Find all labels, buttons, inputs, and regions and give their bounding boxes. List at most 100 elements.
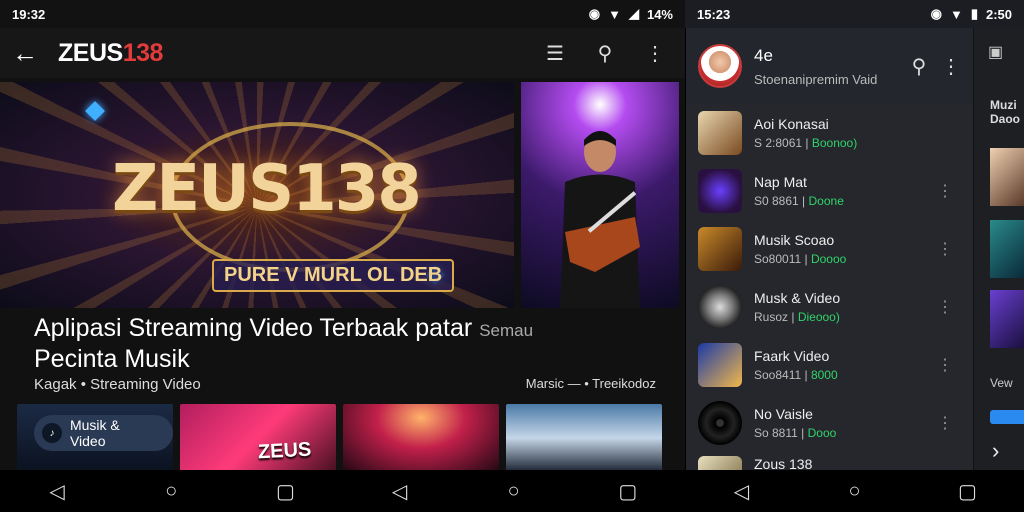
list-item-title: Nap Mat bbox=[754, 174, 807, 190]
list-item-meta: S0 8861 | bbox=[754, 194, 806, 208]
back-nav-icon[interactable]: ◁ bbox=[37, 479, 77, 504]
right-pane-button[interactable] bbox=[990, 410, 1024, 424]
video-title[interactable]: Aplipasi Streaming Video Terbaak patar S… bbox=[34, 314, 674, 374]
video-title-line2: Pecinta Musik bbox=[34, 345, 190, 373]
list-item-status: Doooo bbox=[810, 252, 847, 266]
list-item-status: 8000 bbox=[810, 368, 838, 382]
more-vert-icon[interactable]: ⋮ bbox=[635, 33, 675, 73]
list-item-meta: So 8811 | bbox=[754, 426, 805, 440]
app-logo: ZEUS138 bbox=[58, 39, 163, 68]
more-vert-icon[interactable]: ⋮ bbox=[937, 297, 953, 317]
list-thumbnail bbox=[698, 285, 742, 329]
list-thumbnail bbox=[698, 343, 742, 387]
thumbnail-card[interactable]: ZEUS bbox=[180, 404, 336, 472]
battery-text: 2:50 bbox=[985, 6, 1012, 22]
more-vert-icon[interactable]: ⋮ bbox=[937, 181, 953, 201]
list-item-title: Faark Video bbox=[754, 348, 830, 364]
right-pane-thumbnail[interactable] bbox=[990, 148, 1024, 206]
hero-title: ZEUS138 bbox=[112, 152, 422, 226]
video-meta: Marsic — • Treeikodoz bbox=[525, 376, 656, 391]
list-item-title: Musk & Video bbox=[754, 290, 841, 306]
list-item-status: Dooo bbox=[807, 426, 837, 440]
list-item-meta: Soo8411 | bbox=[754, 368, 808, 382]
system-nav-bar: ◁ ○ ▢ ◁ ○ ▢ bbox=[0, 470, 685, 512]
search-icon[interactable]: ⚲ bbox=[905, 46, 933, 86]
logo-number: 138 bbox=[122, 38, 164, 67]
thumbnail-row: ♪ Musik & Video ZEUS bbox=[17, 404, 662, 472]
right-pane: ▣ Muzi Daoo Vew › bbox=[974, 28, 1024, 470]
side-drawer: 4e Stoenanipremim Vaid ⚲ ⋮ Aoi Konasai S… bbox=[685, 28, 973, 474]
back-icon[interactable]: ← bbox=[0, 28, 50, 78]
wifi-icon: ◉ bbox=[588, 6, 601, 21]
chip-label: Musik & Video bbox=[69, 417, 120, 449]
list-item-status: Boonoo) bbox=[811, 136, 858, 150]
avatar[interactable] bbox=[698, 44, 742, 88]
recents-nav-icon[interactable]: ▢ bbox=[608, 479, 648, 504]
list-thumbnail bbox=[698, 111, 742, 155]
list-item[interactable]: Musk & Video Rusoz | Dieooo) ⋮ bbox=[686, 278, 973, 336]
wifi-icon: ◉ bbox=[930, 6, 942, 21]
list-thumbnail bbox=[698, 227, 742, 271]
recents-nav-icon[interactable]: ▢ bbox=[948, 479, 988, 504]
more-vert-icon[interactable]: ⋮ bbox=[937, 239, 953, 259]
guitarist-image bbox=[560, 131, 640, 308]
list-item[interactable]: Faark Video Soo8411 | 8000 ⋮ bbox=[686, 336, 973, 394]
category-chip[interactable]: ♪ Musik & Video bbox=[34, 415, 173, 451]
app-bar: ← ZEUS138 ☰ ⚲ ⋮ bbox=[0, 28, 685, 78]
status-bar-right: 15:23 ◉ ▼ ▮ 2:50 bbox=[685, 0, 1024, 28]
cast-icon[interactable]: ☰ bbox=[535, 33, 575, 73]
chevron-right-icon[interactable]: › bbox=[992, 438, 999, 464]
list-item[interactable]: Nap Mat S0 8861 | Doone ⋮ bbox=[686, 162, 973, 220]
right-pane-thumbnail[interactable] bbox=[990, 290, 1024, 348]
thumbnail-card[interactable]: ♪ Musik & Video bbox=[17, 404, 173, 472]
thumbnail-card[interactable] bbox=[343, 404, 499, 472]
more-vert-icon[interactable]: ⋮ bbox=[937, 355, 953, 375]
battery-percent: 14% bbox=[646, 6, 673, 22]
right-pane-title: Muzi Daoo bbox=[990, 98, 1020, 126]
music-icon: ♪ bbox=[42, 423, 62, 443]
list-item[interactable]: Aoi Konasai S 2:8061 | Boonoo) bbox=[686, 104, 973, 162]
user-subtitle: Stoenanipremim Vaid bbox=[754, 71, 878, 87]
home-nav-icon[interactable]: ○ bbox=[494, 480, 534, 503]
search-icon[interactable]: ⚲ bbox=[585, 33, 625, 73]
right-pane-more[interactable]: Vew bbox=[990, 376, 1013, 390]
status-time: 19:32 bbox=[12, 6, 46, 22]
status-bar: 19:32 ◉ ▼ ◢ 14% bbox=[0, 0, 685, 28]
more-vert-icon[interactable]: ⋮ bbox=[937, 413, 953, 433]
video-title-text: Aplipasi Streaming Video Terbaak patar bbox=[34, 314, 473, 342]
gallery-icon[interactable]: ▣ bbox=[988, 42, 1003, 62]
home-nav-icon[interactable]: ○ bbox=[151, 480, 191, 503]
right-pane-thumbnail[interactable] bbox=[990, 220, 1024, 278]
list-item-status: Dieooo) bbox=[797, 310, 840, 324]
back-nav-icon[interactable]: ◁ bbox=[722, 479, 762, 504]
list-thumbnail bbox=[698, 169, 742, 213]
status-time-right: 15:23 bbox=[697, 6, 731, 22]
drawer-header: 4e Stoenanipremim Vaid ⚲ ⋮ bbox=[686, 28, 973, 104]
signal-icon: ▼ bbox=[608, 6, 621, 22]
back-nav-icon[interactable]: ◁ bbox=[380, 479, 420, 504]
battery-icon: ▮ bbox=[970, 6, 978, 21]
video-thumbnail-guitarist[interactable] bbox=[521, 82, 679, 308]
recents-nav-icon[interactable]: ▢ bbox=[265, 479, 305, 504]
thumbnail-label: ZEUS bbox=[257, 438, 312, 464]
thumbnail-card[interactable] bbox=[506, 404, 662, 472]
list-item-meta: S 2:8061 | bbox=[754, 136, 809, 150]
list-thumbnail bbox=[698, 401, 742, 445]
video-meta-row: Kagak • Streaming Video Marsic — • Treei… bbox=[34, 376, 674, 393]
list-item-status: Doone bbox=[808, 194, 844, 208]
list-item[interactable]: No Vaisle So 8811 | Dooo ⋮ bbox=[686, 394, 973, 452]
hero-banner[interactable]: ZEUS138 PURE V MURL OL DEB bbox=[0, 82, 514, 308]
list-item-title: Musik Scoao bbox=[754, 232, 835, 248]
home-nav-icon[interactable]: ○ bbox=[835, 480, 875, 503]
list-item[interactable]: Musik Scoao So80011 | Doooo ⋮ bbox=[686, 220, 973, 278]
user-name: 4e bbox=[754, 45, 773, 65]
cell-icon: ◢ bbox=[628, 6, 639, 21]
system-nav-bar-right: ◁ ○ ▢ bbox=[685, 470, 1024, 512]
list-item-title: Aoi Konasai bbox=[754, 116, 829, 132]
list-item-title: No Vaisle bbox=[754, 406, 813, 422]
list-item-meta: So80011 | bbox=[754, 252, 808, 266]
signal-icon: ▼ bbox=[949, 6, 963, 22]
logo-text: ZEUS bbox=[58, 38, 123, 67]
video-title-tail: Semau bbox=[479, 321, 534, 340]
more-vert-icon[interactable]: ⋮ bbox=[937, 46, 965, 86]
